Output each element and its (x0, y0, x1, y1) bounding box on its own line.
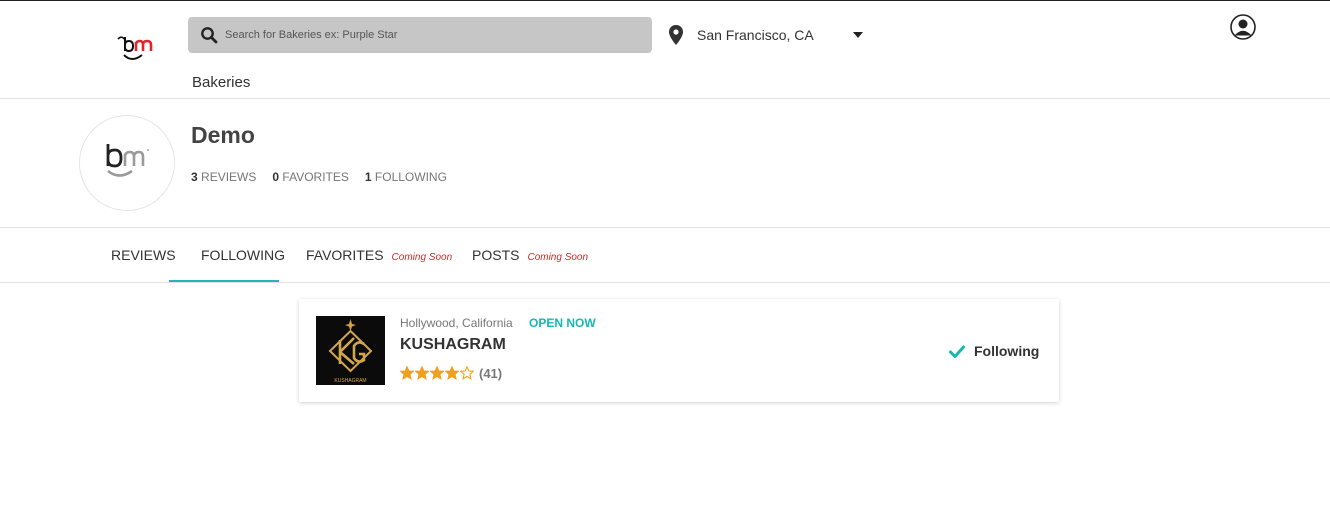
nav-link-bakeries[interactable]: Bakeries (192, 74, 250, 91)
profile-divider (0, 227, 1330, 228)
following-button-label: Following (974, 343, 1040, 359)
stat-following-count: 1 (364, 170, 372, 184)
star-filled-icon (445, 366, 459, 380)
header-divider (0, 98, 1330, 99)
tabs-divider (0, 282, 1330, 283)
stat-following-label: FOLLOWING (374, 170, 447, 184)
business-name[interactable]: KUSHAGRAM (400, 336, 506, 354)
tab-posts[interactable]: POSTS Coming Soon (472, 247, 612, 283)
star-filled-icon (400, 366, 414, 380)
stat-favorites-count: 0 (272, 170, 280, 184)
location-selector[interactable]: San Francisco, CA (668, 25, 868, 45)
search-input[interactable] (225, 17, 625, 53)
following-card[interactable]: KUSHAGRAM Hollywood, California OPEN NOW… (299, 299, 1059, 402)
tab-following-label: FOLLOWING (201, 247, 286, 263)
business-logo-text: KUSHAGRAM (334, 378, 366, 384)
profile-stats: 3 REVIEWS 0 FAVORITES 1 FOLLOWING (191, 170, 447, 184)
star-filled-icon (415, 366, 429, 380)
stat-reviews-count: 3 (191, 170, 198, 184)
star-empty-icon (460, 366, 474, 380)
star-rating (400, 366, 474, 380)
coming-soon-badge: Coming Soon (527, 252, 589, 263)
tab-reviews[interactable]: REVIEWS (111, 247, 201, 283)
map-pin-icon (669, 25, 683, 45)
coming-soon-badge: Coming Soon (391, 252, 453, 263)
stat-favorites-label: FAVORITES (282, 170, 349, 184)
user-account-icon[interactable] (1230, 14, 1256, 40)
stat-reviews-label: REVIEWS (201, 170, 257, 184)
stat-favorites[interactable]: 0 FAVORITES (272, 170, 349, 184)
star-filled-icon (430, 366, 444, 380)
search-bar[interactable] (188, 17, 652, 53)
following-button[interactable]: Following (949, 343, 1039, 359)
location-label: San Francisco, CA (697, 27, 814, 43)
tab-following[interactable]: FOLLOWING (201, 247, 306, 283)
checkmark-icon (949, 345, 965, 358)
search-icon (201, 27, 218, 44)
tab-favorites[interactable]: FAVORITES Coming Soon (306, 247, 472, 283)
stat-following[interactable]: 1 FOLLOWING (365, 170, 447, 184)
avatar (79, 115, 175, 211)
tab-posts-label: POSTS (472, 247, 520, 263)
tab-favorites-label: FAVORITES (306, 247, 384, 263)
business-logo[interactable]: KUSHAGRAM (316, 316, 385, 385)
stat-reviews[interactable]: 3 REVIEWS (191, 170, 256, 184)
open-status: OPEN NOW (529, 316, 596, 330)
profile-tabs: REVIEWS FOLLOWING FAVORITES Coming Soon P… (111, 247, 612, 283)
business-location: Hollywood, California (400, 316, 513, 330)
tab-reviews-label: REVIEWS (111, 247, 176, 263)
profile-name: Demo (191, 122, 255, 148)
site-logo[interactable] (116, 33, 156, 63)
chevron-down-icon[interactable] (853, 32, 863, 38)
review-count: (41) (479, 366, 503, 381)
